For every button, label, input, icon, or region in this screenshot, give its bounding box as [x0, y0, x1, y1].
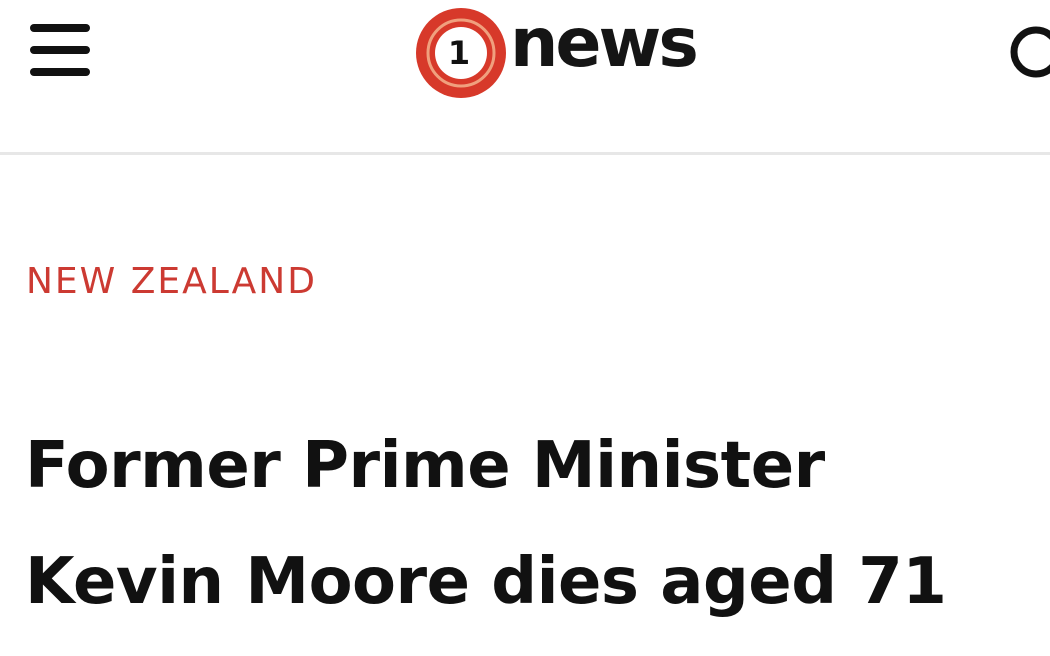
- header-divider: [0, 152, 1050, 155]
- headline-line: Kevin Moore dies aged 71: [25, 545, 947, 619]
- menu-button[interactable]: [30, 24, 92, 80]
- search-button[interactable]: [1000, 24, 1050, 80]
- 1-circle-logo-icon: 1: [416, 8, 506, 98]
- headline-line: Former Prime Minister: [25, 429, 825, 503]
- menu-icon-bar: [30, 46, 90, 54]
- site-header: 1 news: [0, 0, 1050, 152]
- category-link[interactable]: NEW ZEALAND: [26, 264, 317, 300]
- hamburger-menu-icon: [30, 24, 92, 80]
- menu-icon-bar: [30, 68, 90, 76]
- site-logo-link[interactable]: 1 news: [414, 4, 699, 100]
- search-icon: [1010, 26, 1050, 78]
- logo-wordmark: news: [510, 4, 699, 83]
- menu-icon-bar: [30, 24, 90, 32]
- logo-mark-text: 1: [448, 34, 470, 72]
- article-headline: Former Prime Minister Kevin Moore dies a…: [25, 408, 1045, 640]
